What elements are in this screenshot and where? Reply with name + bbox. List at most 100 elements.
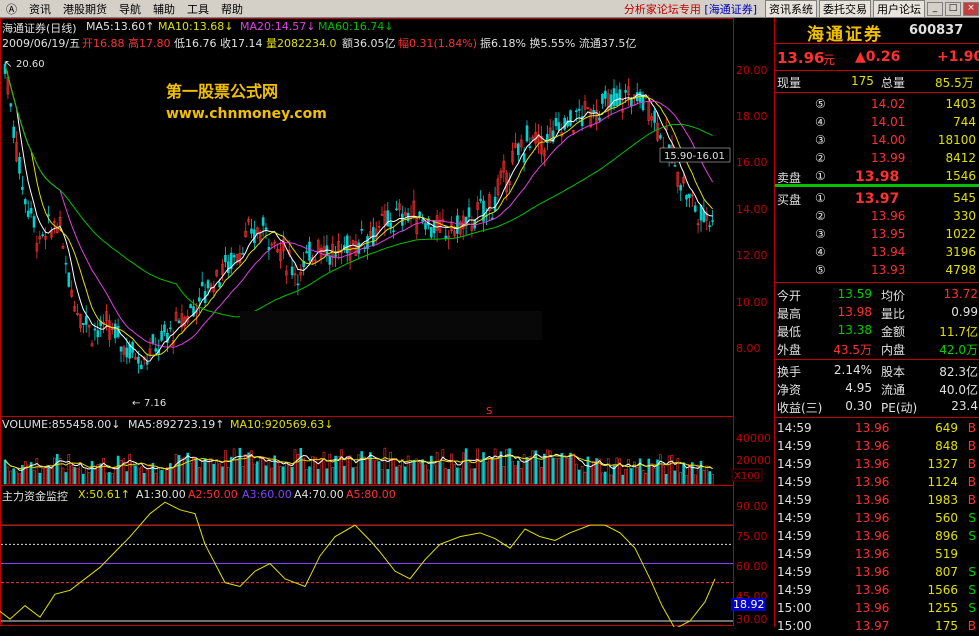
tick-volume: 1566 [927, 583, 958, 597]
tick-volume: 896 [935, 529, 958, 543]
buy-level: ② [815, 209, 826, 223]
ma60-label: MA60:16.74↓ [318, 20, 394, 33]
minimize-button[interactable]: _ [927, 1, 943, 16]
stock-code: 600837 [909, 23, 964, 38]
buy-label: 买盘 [777, 193, 802, 207]
stat-value: 13.59 [837, 287, 872, 301]
tick-volume: 1983 [927, 493, 958, 507]
tick-row: 14:59 13.96 807 S [775, 564, 979, 582]
tick-row: 14:59 13.96 1566 S [775, 582, 979, 600]
tick-row: 14:59 13.96 896 S [775, 528, 979, 546]
price-tick-18: 18.00 [736, 110, 768, 123]
low-marker: ← [132, 398, 140, 409]
price-panel-frame [0, 18, 734, 417]
range-box-text: 15.90-16.01 [664, 151, 725, 162]
stat-label: 外盘 [777, 343, 802, 357]
menu-item-help[interactable]: 帮助 [215, 1, 249, 17]
buy-price: 13.97 [855, 191, 900, 207]
bar-volume: 量2082234.0 [266, 37, 337, 50]
tick-row: 14:59 13.96 1983 B [775, 492, 979, 510]
sell-row: ② 13.99 8412 [775, 150, 979, 168]
tick-volume: 175 [935, 619, 958, 633]
fund-label: 股本 [881, 365, 906, 379]
fund-value: 2.14% [833, 363, 872, 377]
buy-row: ⑤ 13.93 4798 [775, 262, 979, 280]
tick-price: 13.96 [855, 583, 890, 597]
cur-vol: 175 [851, 74, 874, 88]
total-vol-label: 总量 [881, 76, 906, 90]
close-button[interactable]: × [963, 1, 979, 16]
stat-row: 外盘 43.5万 内盘 42.0万 [775, 340, 979, 358]
trade-button[interactable]: 委托交易 [819, 0, 871, 18]
fund-label: 流通 [881, 383, 906, 397]
indicator-name: 主力资金监控 [2, 490, 68, 503]
tick-time: 14:59 [777, 583, 812, 597]
indicator-a4: A4:70.00 [294, 488, 344, 501]
buy-level: ③ [815, 227, 826, 241]
ma5-label: MA5:13.60↑ [86, 20, 155, 33]
tick-time: 14:59 [777, 475, 812, 489]
buy-volume: 545 [953, 191, 976, 205]
tick-time: 14:59 [777, 565, 812, 579]
user-forum-button[interactable]: 用户论坛 [873, 0, 925, 18]
total-vol: 85.5万 [935, 76, 974, 90]
stat-value: 13.38 [837, 323, 872, 337]
volume-ma5: MA5:892723.19↑ [128, 418, 225, 431]
tick-side: B [967, 619, 976, 633]
vol-tick-40000: 40000 [736, 432, 771, 445]
buy-row: 买盘 ① 13.97 545 [775, 190, 979, 208]
buy-level: ① [815, 191, 826, 205]
stat-label: 均价 [881, 289, 906, 303]
tick-volume: 1327 [927, 457, 958, 471]
menu-item-tools[interactable]: 工具 [181, 1, 215, 17]
orderbook-divider [775, 184, 979, 187]
buy-price: 13.93 [871, 263, 906, 277]
price-tick-16: 16.00 [736, 156, 768, 169]
fund-value: 23.4 [951, 399, 978, 413]
buy-volume: 1022 [945, 227, 976, 241]
tick-side: S [968, 565, 976, 579]
menu-item-navigation[interactable]: 导航 [113, 1, 147, 17]
last-price-unit: 元 [823, 53, 836, 67]
sell-volume: 18100 [937, 133, 976, 147]
tick-row: 14:59 13.96 848 B [775, 438, 979, 456]
fund-row: 收益(三) 0.30 PE(动) 23.4 [775, 398, 979, 416]
tick-volume: 807 [935, 565, 958, 579]
kline-chart[interactable]: 20.00 18.00 16.00 14.00 12.00 10.00 8.00… [0, 18, 774, 627]
menu-item-news[interactable]: 资讯 [23, 1, 57, 17]
sell-price: 14.00 [871, 133, 906, 147]
tick-side: S [968, 601, 976, 615]
news-system-button[interactable]: 资讯系统 [765, 0, 817, 18]
menu-banner: 分析家论坛专用 [海通证券] [624, 1, 757, 17]
buy-row: ③ 13.95 1022 [775, 226, 979, 244]
fund-label: PE(动) [881, 401, 918, 415]
stock-title: 海通证券(日线) [2, 22, 77, 35]
sell-level: ⑤ [815, 97, 826, 111]
indicator-a1: A1:30.00 [136, 488, 186, 501]
tick-time: 14:59 [777, 493, 812, 507]
stat-value: 11.7亿 [939, 325, 978, 339]
tick-price: 13.96 [855, 511, 890, 525]
menu-item-a[interactable]: Ⓐ [0, 1, 23, 17]
buy-level: ⑤ [815, 263, 826, 277]
menu-item-hk-futures[interactable]: 港股期货 [57, 1, 113, 17]
sell-row: ③ 14.00 18100 [775, 132, 979, 150]
price-change-pct: +1.90 [937, 49, 979, 65]
stat-row: 最低 13.38 金额 11.7亿 [775, 322, 979, 340]
chart-area[interactable]: 20.00 18.00 16.00 14.00 12.00 10.00 8.00… [0, 18, 774, 627]
stat-value: 42.0万 [939, 343, 978, 357]
stock-logo: 海通证券 [807, 25, 883, 45]
maximize-button[interactable]: □ [945, 1, 961, 16]
ind-tick-60: 60.00 [736, 560, 768, 573]
bar-amount: 额36.05亿 [342, 37, 396, 50]
bar-change: 幅0.31(1.84%) [398, 37, 478, 50]
tick-volume: 848 [935, 439, 958, 453]
indicator-a2: A2:50.00 [188, 488, 238, 501]
high-marker: ↖ [4, 59, 12, 70]
indicator-a3: A3:60.00 [242, 488, 292, 501]
price-tick-8: 8.00 [736, 342, 761, 355]
buy-price: 13.96 [871, 209, 906, 223]
sell-volume: 8412 [945, 151, 976, 165]
menu-item-assist[interactable]: 辅助 [147, 1, 181, 17]
s-marker: S [486, 406, 492, 417]
